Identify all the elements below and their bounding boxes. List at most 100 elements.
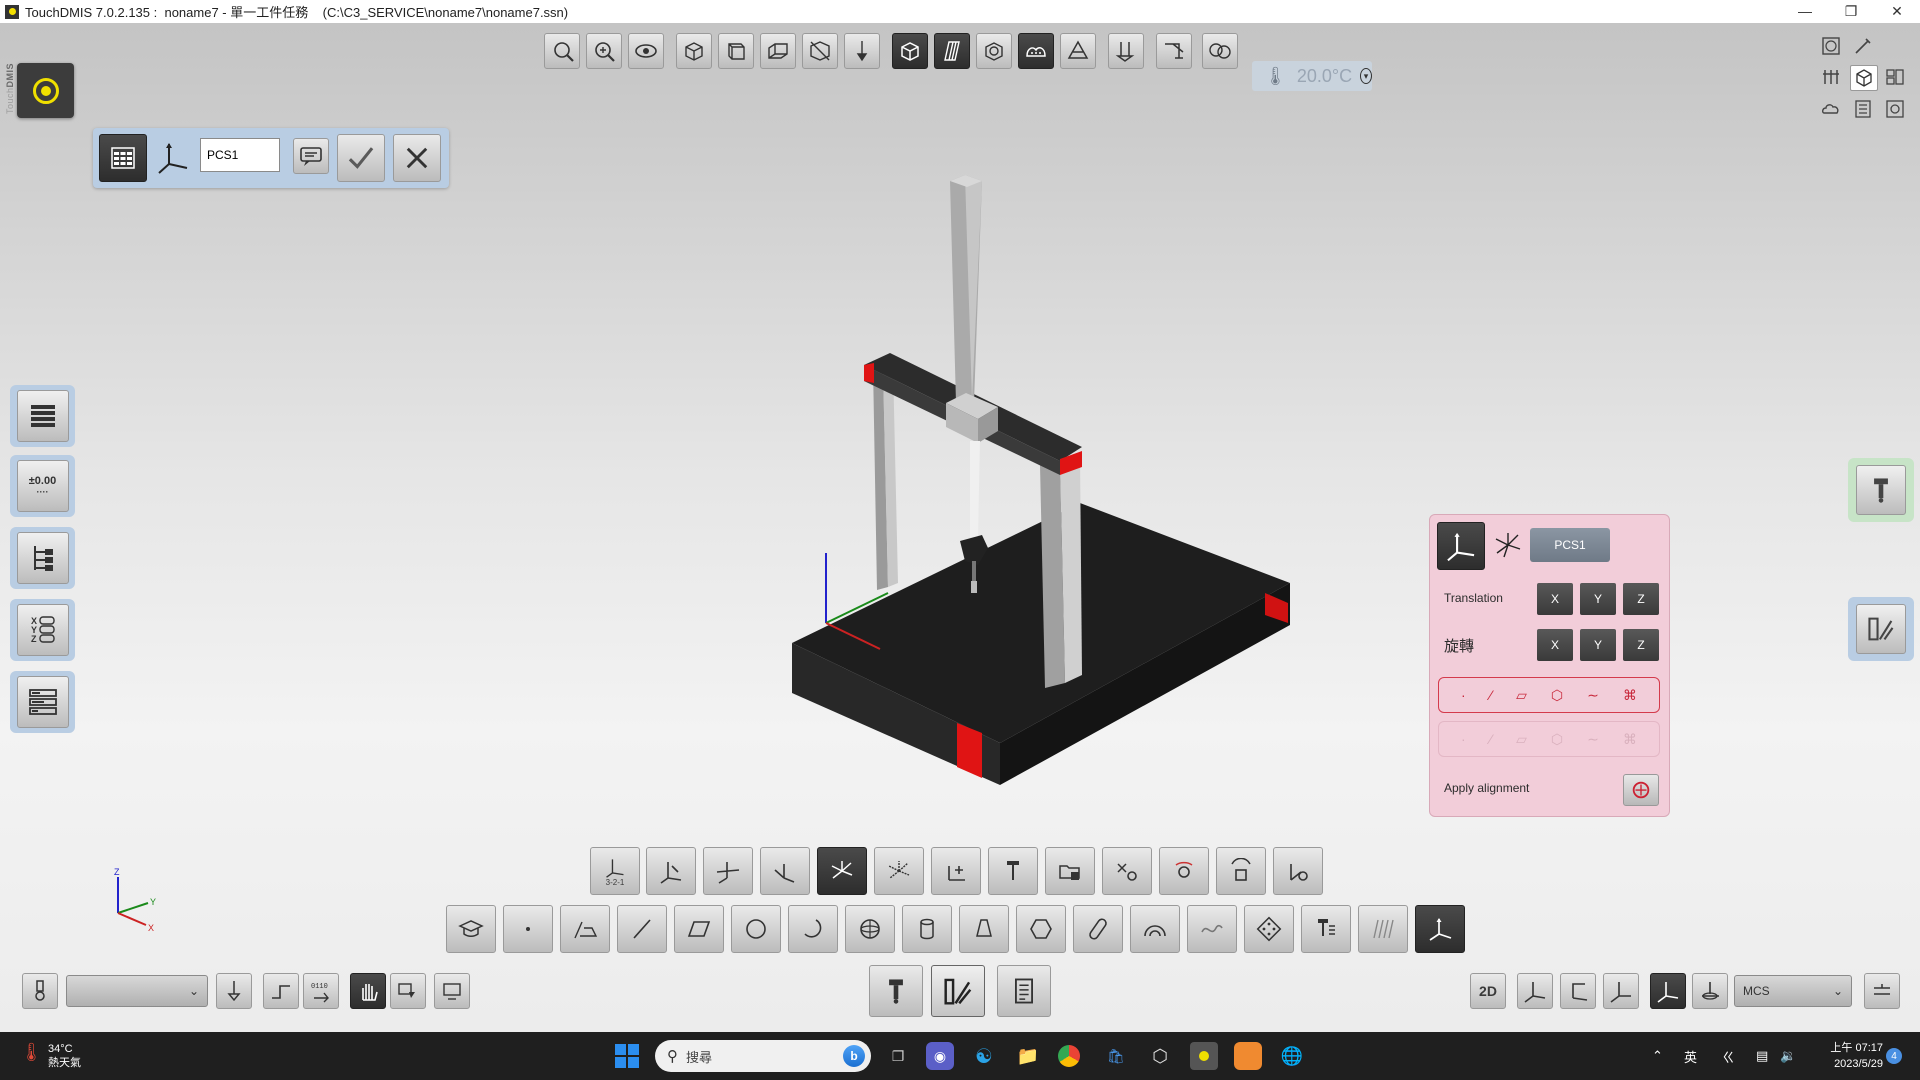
monitor-icon[interactable]: [434, 973, 470, 1009]
probe-calibrate-icon[interactable]: [216, 973, 252, 1009]
network-icon[interactable]: ▤: [1756, 1032, 1768, 1080]
multi-view-icon[interactable]: [1202, 33, 1238, 69]
translation-y-button[interactable]: Y: [1580, 583, 1616, 615]
feature-filter-active[interactable]: · ⁄ ▱ ⬡ ∼ ⌘: [1438, 677, 1660, 713]
fixture-icon[interactable]: [1156, 33, 1192, 69]
solid-view-icon[interactable]: [892, 33, 928, 69]
cloud-icon[interactable]: [1818, 97, 1844, 121]
best-fit-icon[interactable]: [1492, 529, 1524, 561]
pattern-feature-icon[interactable]: [1244, 905, 1294, 953]
record-button[interactable]: [17, 63, 74, 118]
cancel-icon[interactable]: [393, 134, 441, 182]
comment-icon[interactable]: [293, 138, 329, 174]
probe-select-dropdown[interactable]: ⌄: [66, 975, 208, 1007]
polygon-feature-icon[interactable]: [1016, 905, 1066, 953]
cylinder-feature-icon[interactable]: [902, 905, 952, 953]
manual-mode-icon[interactable]: [350, 973, 386, 1009]
move-path-icon[interactable]: [263, 973, 299, 1009]
cone-feature-icon[interactable]: [959, 905, 1009, 953]
cube-icon[interactable]: [1850, 65, 1878, 91]
tree-button[interactable]: [10, 527, 75, 589]
touchdmis-taskbar-icon[interactable]: [1190, 1042, 1218, 1070]
curve-feature-icon[interactable]: [1187, 905, 1237, 953]
edge-icon[interactable]: ☯: [970, 1042, 998, 1070]
joystick-mode-icon[interactable]: [390, 973, 426, 1009]
probe-status-icon[interactable]: [22, 973, 58, 1009]
weather-widget[interactable]: 🌡 34°C 熱天氣: [20, 1042, 81, 1070]
surface-point-icon[interactable]: [560, 905, 610, 953]
probe-panel-button[interactable]: [1848, 458, 1914, 522]
temperature-control[interactable]: 🌡 20.0°C ▾: [1252, 61, 1372, 91]
align-axis-icon[interactable]: [703, 847, 753, 895]
wireframe-view-icon[interactable]: [934, 33, 970, 69]
probe-scan-icon[interactable]: [1301, 905, 1351, 953]
pcs-select-button[interactable]: PCS1: [1530, 528, 1610, 562]
align-best-fit-icon[interactable]: [817, 847, 867, 895]
rotation-y-button[interactable]: Y: [1580, 629, 1616, 661]
probe-align-icon[interactable]: [988, 847, 1038, 895]
globe-icon[interactable]: 🌐: [1278, 1042, 1306, 1070]
coordinate-feature-icon[interactable]: [1415, 905, 1465, 953]
align-plane-line-icon[interactable]: [646, 847, 696, 895]
curve-icon[interactable]: ∼: [1587, 687, 1599, 704]
close-icon[interactable]: ✕: [1874, 0, 1920, 22]
align-iterative-icon[interactable]: [874, 847, 924, 895]
list-icon[interactable]: [1850, 97, 1876, 121]
coordinate-system-dropdown[interactable]: MCS ⌄: [1734, 975, 1852, 1007]
view-side-icon[interactable]: [760, 33, 796, 69]
app-orange-icon[interactable]: [1234, 1042, 1262, 1070]
point-feature-icon[interactable]: [503, 905, 553, 953]
confirm-icon[interactable]: [337, 134, 385, 182]
arc-feature-icon[interactable]: [788, 905, 838, 953]
translation-z-button[interactable]: Z: [1623, 583, 1659, 615]
align-refresh-icon[interactable]: [1273, 847, 1323, 895]
fixture-align-icon[interactable]: [1216, 847, 1266, 895]
chevron-up-icon[interactable]: ⌃: [1652, 1032, 1663, 1080]
torus-feature-icon[interactable]: [1130, 905, 1180, 953]
pcs-axes-icon[interactable]: [1517, 973, 1553, 1009]
coordinate-axes-icon[interactable]: [1437, 522, 1485, 570]
surface-icon[interactable]: ⌘: [1623, 687, 1637, 704]
minimize-icon[interactable]: —: [1782, 0, 1828, 22]
report-tool-button[interactable]: [997, 965, 1051, 1017]
system-clock[interactable]: 上午 07:17 2023/5/29: [1817, 1040, 1883, 1072]
bing-icon[interactable]: b: [843, 1045, 865, 1067]
part-axes-icon[interactable]: [1603, 973, 1639, 1009]
taskbar-search[interactable]: ⚲ 搜尋 b: [655, 1040, 871, 1072]
view-iso-icon[interactable]: [676, 33, 712, 69]
tutorial-icon[interactable]: [446, 905, 496, 953]
chevron-down-icon[interactable]: ▾: [1360, 68, 1372, 84]
start-button[interactable]: [615, 1044, 639, 1068]
machine-model-icon[interactable]: [1060, 33, 1096, 69]
probe-edit-icon[interactable]: [1850, 34, 1876, 58]
probe-tool-button[interactable]: [869, 965, 923, 1017]
cad-viewport[interactable]: TouchDMIS PCS1 🌡 20.0°C ▾ ±0.00 ···· X Y…: [0, 23, 1920, 1032]
apply-alignment-button[interactable]: [1623, 774, 1659, 806]
layout-icon[interactable]: [1882, 65, 1908, 89]
align-settings-icon[interactable]: [1102, 847, 1152, 895]
cmm-machine-model[interactable]: [760, 153, 1320, 793]
program-list-button[interactable]: [10, 385, 75, 447]
view-rotate-icon[interactable]: [628, 33, 664, 69]
file-explorer-icon[interactable]: 📁: [1014, 1042, 1042, 1070]
rotation-z-button[interactable]: Z: [1623, 629, 1659, 661]
globe-view-icon[interactable]: [1818, 34, 1844, 58]
pcs-name-input[interactable]: [200, 138, 280, 172]
settings-panel-icon[interactable]: [1882, 97, 1908, 121]
tolerance-button[interactable]: ±0.00 ····: [10, 455, 75, 517]
plane-feature-icon[interactable]: [674, 905, 724, 953]
volume-icon[interactable]: 🔉: [1780, 1032, 1796, 1080]
chrome-icon[interactable]: [1058, 1045, 1080, 1067]
pattern-icon[interactable]: ⬡: [1551, 687, 1563, 704]
active-axes-icon[interactable]: [1650, 973, 1686, 1009]
report-button[interactable]: [10, 671, 75, 733]
measure-tool-button[interactable]: [931, 965, 985, 1017]
probe-change-icon[interactable]: [1108, 33, 1144, 69]
table-axes-icon[interactable]: [1692, 973, 1728, 1009]
teams-icon[interactable]: ◉: [926, 1042, 954, 1070]
measure-tools-icon[interactable]: [1818, 65, 1844, 89]
rotate-table-icon[interactable]: [1159, 847, 1209, 895]
zoom-fit-icon[interactable]: [544, 33, 580, 69]
xyz-list-button[interactable]: XYZ: [10, 599, 75, 661]
view-2d-button[interactable]: 2D: [1470, 973, 1506, 1009]
